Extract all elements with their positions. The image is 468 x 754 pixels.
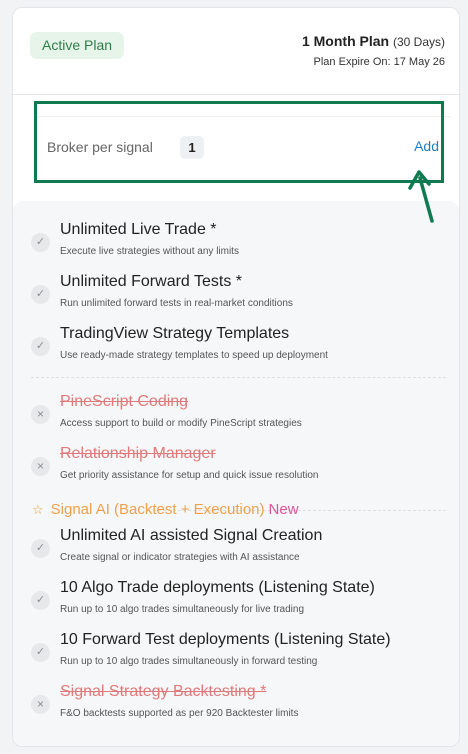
annotation-arrow-icon — [408, 170, 434, 223]
